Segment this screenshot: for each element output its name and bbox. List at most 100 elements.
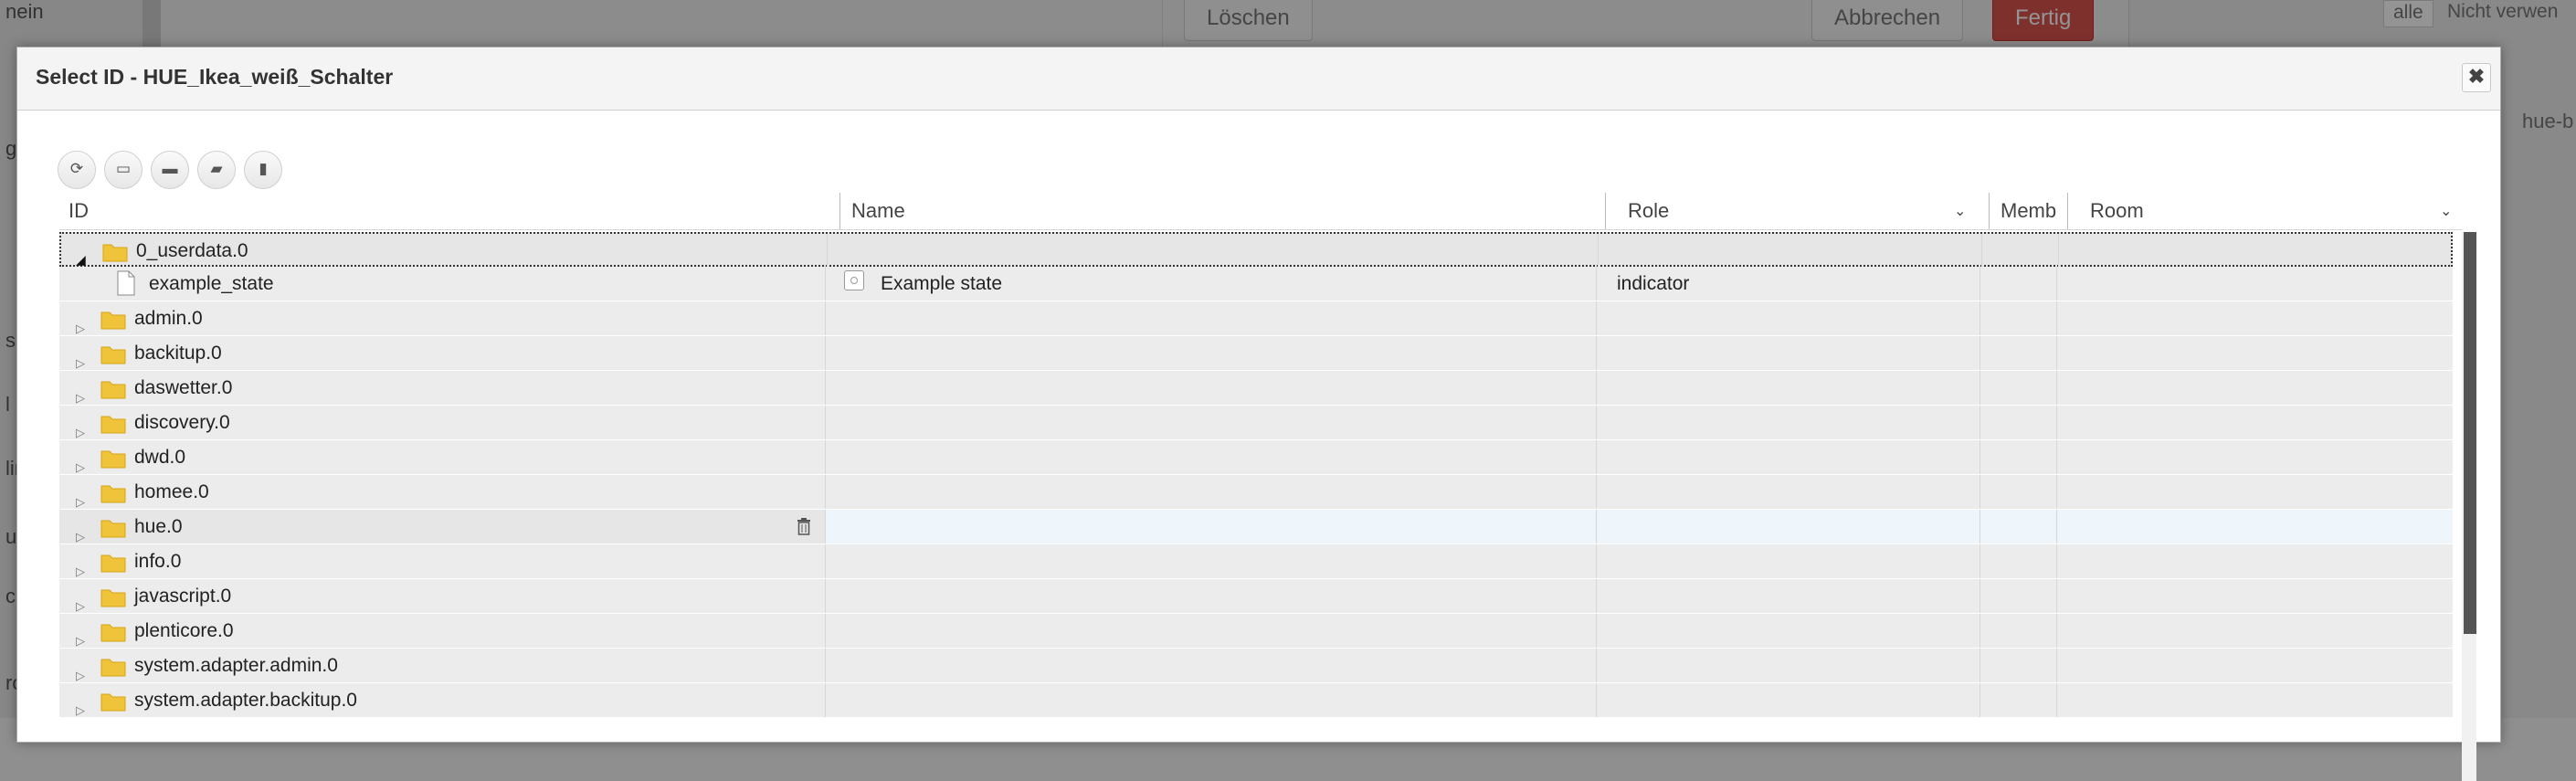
cell-members [1980,301,2056,335]
cell-id: ▷ system.adapter.backitup.0 [59,683,825,717]
dialog-titlebar: Select ID - HUE_Ikea_weiß_Schalter ✖ [17,47,2500,111]
cell-members [1980,544,2056,578]
cell-room [2056,406,2453,439]
folder-icon [100,311,126,330]
collapse-all-button[interactable]: ▬ [151,151,189,189]
cell-id: ▷ admin.0 [59,301,825,335]
row-id-label: system.adapter.backitup.0 [134,690,357,711]
cell-id: ▷ system.adapter.admin.0 [59,649,825,682]
table-row[interactable]: ▷ javascript.0 [59,579,2453,614]
dialog-title: Select ID - HUE_Ikea_weiß_Schalter [36,65,394,89]
expand-icon[interactable]: ▷ [76,450,85,474]
expand-icon[interactable]: ▷ [76,346,85,370]
cell-name [825,614,1596,648]
cell-name [825,579,1596,613]
row-name-label: Example state [881,273,1003,294]
cell-room [2056,649,2453,682]
cell-members [1980,440,2056,474]
table-row[interactable]: ▷ backitup.0 [59,336,2453,371]
refresh-button[interactable]: ⟳ [58,151,96,189]
list-button[interactable]: ▭ [104,151,143,189]
cell-id: ▷ dwd.0 [59,440,825,474]
cell-id: ▷ info.0 [59,544,825,578]
cell-room [2056,614,2453,648]
book-button[interactable]: ▮ [244,151,282,189]
folder-icon [100,450,126,469]
row-id-label: example_state [149,273,274,294]
expand-icon[interactable]: ▷ [76,589,85,613]
cell-id: ▷ discovery.0 [59,406,825,439]
column-header-room[interactable]: Room [2067,193,2469,229]
close-button[interactable]: ✖ [2462,63,2491,92]
cell-role [1596,544,1980,578]
cell-id: example_state [59,267,825,301]
table-row[interactable]: ▷ system.adapter.admin.0 [59,649,2453,683]
expand-icon[interactable]: ▷ [76,311,85,335]
delete-icon[interactable] [796,517,812,535]
table-row[interactable]: ▷ plenticore.0 [59,614,2453,649]
cell-role [1596,371,1980,405]
table-row[interactable]: ◢ 0_userdata.0 [59,232,2453,268]
collapse-icon[interactable]: ◢ [76,243,86,268]
row-id-label: 0_userdata.0 [136,240,248,261]
scrollbar-thumb[interactable] [2464,232,2476,634]
cell-role [1596,336,1980,370]
table-row[interactable]: ▷ hue.0 [59,510,2453,544]
folder-icon [100,346,126,364]
column-header-id[interactable]: ID [59,193,839,229]
cell-id: ▷ hue.0 [59,510,825,544]
cell-role [1596,301,1980,335]
cell-id: ▷ plenticore.0 [59,614,825,648]
table-row[interactable]: ▷ discovery.0 [59,406,2453,440]
room-filter-chevron-icon[interactable]: ⌄ [2440,202,2452,220]
expand-icon[interactable]: ▷ [76,520,85,544]
row-id-label: info.0 [134,551,182,572]
row-id-label: javascript.0 [134,586,232,607]
column-header-role[interactable]: Role [1605,193,1989,229]
table-row[interactable]: ▷ homee.0 [59,475,2453,510]
column-header-members[interactable]: Memb [1989,193,2067,229]
folder-icon [100,416,126,434]
cell-name [825,440,1596,474]
cell-role [1596,475,1980,509]
cell-room [2056,510,2453,544]
row-id-label: admin.0 [134,308,203,329]
table-row[interactable]: ▷ admin.0 [59,301,2453,336]
row-id-label: discovery.0 [134,412,230,433]
expand-icon[interactable]: ▷ [76,485,85,509]
folder-icon [100,381,126,399]
folder-icon [100,693,126,712]
role-filter-chevron-icon[interactable]: ⌄ [1954,202,1966,220]
cell-id: ▷ daswetter.0 [59,371,825,405]
expand-icon[interactable]: ▷ [76,659,85,682]
expand-icon[interactable]: ▷ [76,381,85,405]
expand-icon[interactable]: ▷ [76,416,85,439]
table-row[interactable]: ▷ info.0 [59,544,2453,579]
table-row[interactable]: ▷ system.adapter.backitup.0 [59,683,2453,718]
expand-icon[interactable]: ▷ [76,693,85,717]
cell-role [1596,440,1980,474]
cell-name [825,301,1596,335]
cell-name [827,234,1598,268]
row-id-label: plenticore.0 [134,620,234,641]
cell-role [1596,614,1980,648]
table-row[interactable]: ▷ daswetter.0 [59,371,2453,406]
cell-room [2056,267,2453,301]
table-row[interactable]: example_state Example state indicator [59,267,2453,301]
cell-name: Example state [825,267,1596,301]
expand-icon[interactable]: ▷ [76,554,85,578]
expand-all-button[interactable]: ▰ [197,151,236,189]
folder-icon [100,485,126,503]
cell-members [1980,649,2056,682]
expand-icon[interactable]: ▷ [76,624,85,648]
row-id-label: hue.0 [134,516,183,537]
state-icon [844,270,864,290]
cell-room [2056,336,2453,370]
column-header-name[interactable]: Name [839,193,1605,229]
cell-name [825,475,1596,509]
grid-scrollbar[interactable] [2462,232,2476,781]
row-id-label: daswetter.0 [134,377,233,398]
table-row[interactable]: ▷ dwd.0 [59,440,2453,475]
cell-members [1980,475,2056,509]
cell-members [1980,371,2056,405]
